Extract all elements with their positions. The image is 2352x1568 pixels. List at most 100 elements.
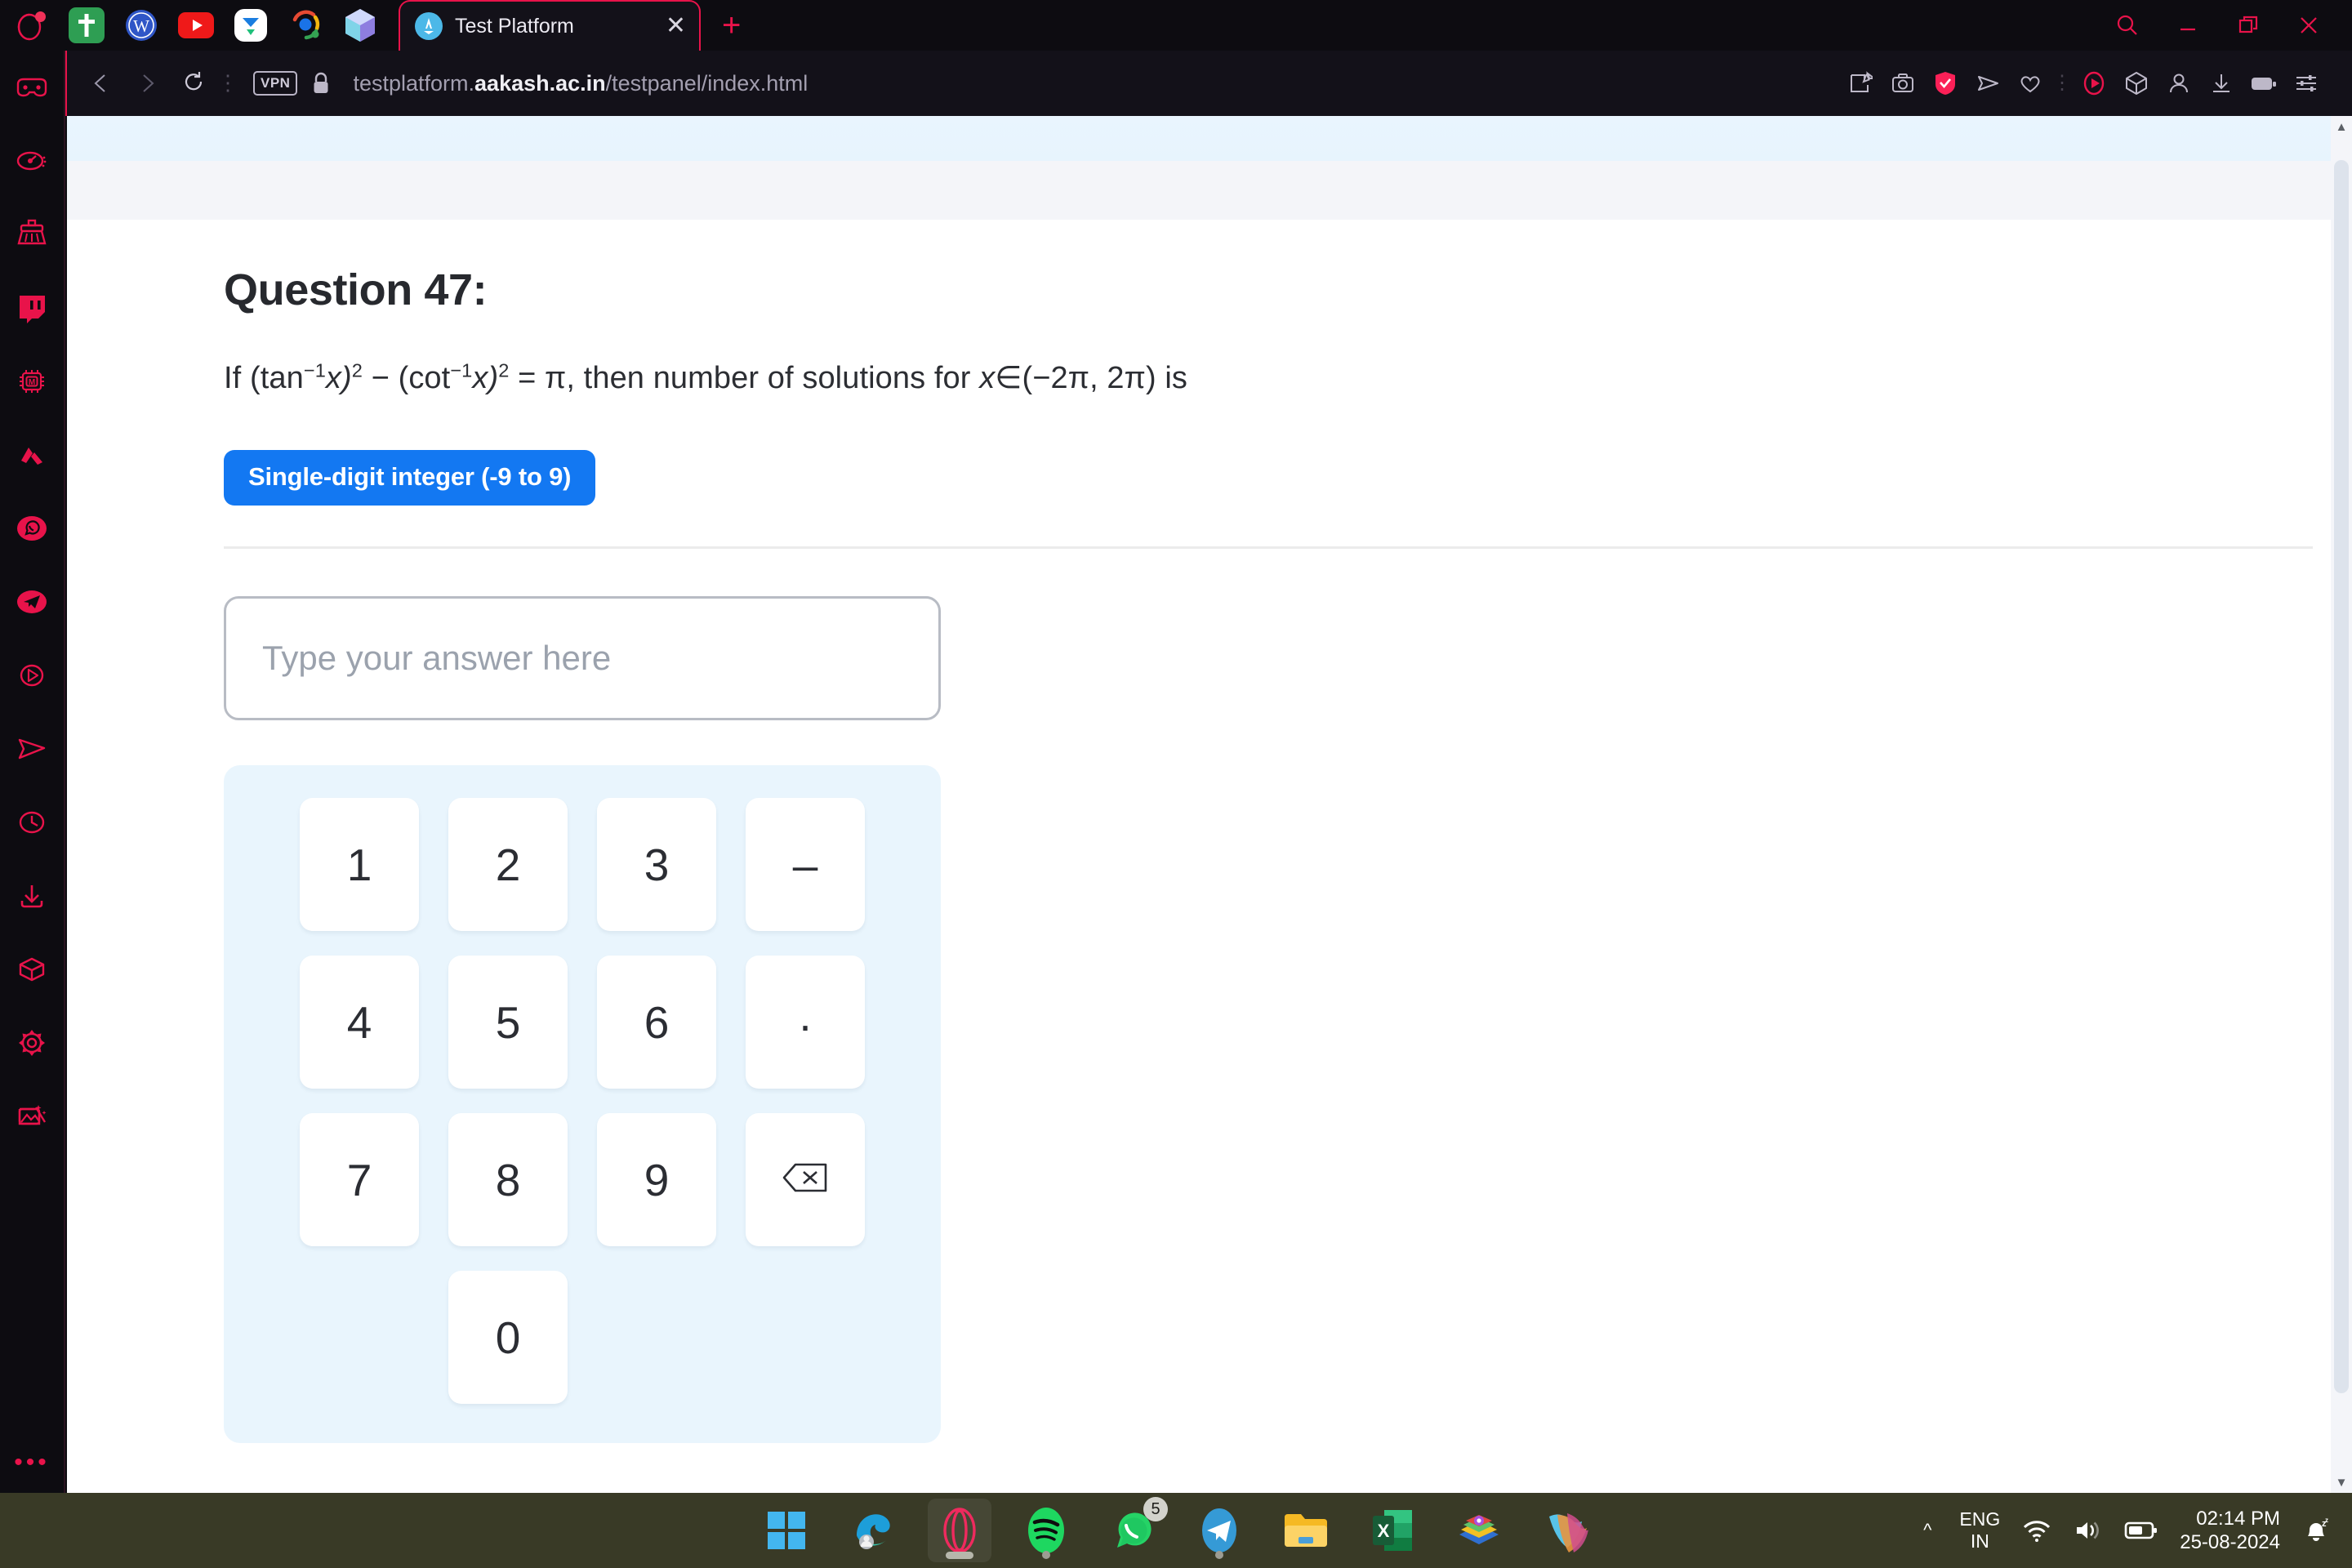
keypad-key-dot[interactable]: . [746,956,865,1089]
shield-check-icon[interactable] [1924,70,1967,96]
gx-cleaner-icon[interactable] [0,198,65,271]
plus-icon[interactable]: + [722,9,741,42]
vpn-badge[interactable]: VPN [253,71,298,96]
start-button[interactable] [755,1499,818,1562]
question-inner: Question 47: If (tan−1x)2 − (cot−1x)2 = … [67,265,2352,1444]
keypad-key-backspace[interactable] [746,1113,865,1247]
more-dots-icon[interactable]: ••• [14,1450,50,1493]
cube-icon[interactable] [2115,70,2158,96]
page-scrollbar[interactable]: ▲ ▼ [2331,116,2352,1493]
player-icon[interactable] [2073,69,2115,97]
keypad-key-8[interactable]: 8 [448,1113,568,1247]
scrollbar-track[interactable] [2331,137,2352,1472]
pinned-tab-bible-icon[interactable] [69,7,105,43]
excel-icon[interactable]: X [1361,1499,1424,1562]
reload-icon[interactable] [181,69,206,98]
keypad-key-0[interactable]: 0 [448,1271,568,1405]
chevron-down-icon[interactable]: ▼ [2336,1472,2348,1493]
keypad-key-6[interactable]: 6 [597,956,716,1089]
history-icon[interactable] [0,786,65,859]
send-icon[interactable] [1967,71,2009,96]
settings-icon[interactable] [0,1006,65,1080]
notifications-muted-icon[interactable]: z z [2301,1517,2331,1544]
download-icon[interactable] [2200,71,2243,96]
svg-text:M: M [29,378,35,387]
keypad-row-1: 1 2 3 – [224,798,941,932]
twitch-icon[interactable] [0,271,65,345]
language-line-1: ENG [1959,1508,2001,1530]
close-icon[interactable]: ✕ [666,14,686,38]
clock-time: 02:14 PM [2196,1507,2280,1530]
url-text[interactable]: testplatform.aakash.ac.in/testpanel/inde… [353,71,808,96]
copilot-icon[interactable] [1534,1499,1597,1562]
downloads-icon[interactable] [0,859,65,933]
back-icon[interactable] [90,72,113,95]
profile-icon[interactable] [2158,71,2200,96]
restore-icon[interactable] [2236,13,2261,38]
telegram-taskbar-icon[interactable] [1187,1499,1251,1562]
battery-icon[interactable] [2124,1521,2158,1540]
keypad-key-7[interactable]: 7 [300,1113,419,1247]
volume-icon[interactable] [2074,1518,2103,1543]
image-tools-icon[interactable] [0,1080,65,1153]
stmt-sup-1: −1 [303,359,326,381]
language-indicator[interactable]: ENG IN [1959,1508,2000,1552]
opera-gx-taskbar-icon[interactable] [928,1499,991,1562]
stmt-part-3: − (cot [362,361,451,395]
url-suffix: /testpanel/index.html [605,70,808,96]
lock-icon[interactable] [310,71,332,96]
messenger-sidebar-icon[interactable] [0,712,65,786]
opera-active-indicator [946,1552,973,1559]
keypad-key-5[interactable]: 5 [448,956,568,1089]
wifi-icon[interactable] [2021,1518,2052,1543]
keypad-row-4: 0 [224,1271,941,1405]
pinned-tab-youtube-icon[interactable] [178,7,214,43]
answer-input-placeholder: Type your answer here [262,639,612,678]
pinned-tabs: W [69,7,378,43]
pinned-tab-wordpress-icon[interactable]: W [123,7,159,43]
keypad-key-4[interactable]: 4 [300,956,419,1089]
clock[interactable]: 02:14 PM 25-08-2024 [2180,1507,2280,1555]
edge-icon[interactable] [841,1499,905,1562]
spotify-icon[interactable] [1014,1499,1078,1562]
answer-input[interactable]: Type your answer here [224,596,941,721]
keypad-key-2[interactable]: 2 [448,798,568,932]
snapshot-edit-icon[interactable] [1839,71,1882,96]
opera-gx-logo-icon[interactable] [7,0,57,51]
camera-icon[interactable] [1882,71,1924,96]
stmt-sup-3: −1 [450,359,473,381]
scrollbar-thumb[interactable] [2334,160,2349,1393]
gx-control-icon[interactable] [0,124,65,198]
chevron-up-icon[interactable]: ▲ [2336,116,2348,137]
keypad-key-3[interactable]: 3 [597,798,716,932]
gx-mods-icon[interactable]: M [0,345,65,418]
file-explorer-icon[interactable] [1274,1499,1338,1562]
active-tab[interactable]: Test Platform ✕ [399,0,701,51]
keypad-key-minus[interactable]: – [746,798,865,932]
workspaces-icon[interactable] [0,933,65,1006]
tray-expand-icon[interactable]: ^ [1917,1520,1938,1541]
numeric-keypad: 1 2 3 – 4 5 6 . 7 8 9 0 [224,765,941,1444]
heart-icon[interactable] [2009,71,2051,96]
keypad-key-9[interactable]: 9 [597,1113,716,1247]
whatsapp-icon[interactable] [0,492,65,565]
pinned-tab-crypto-wallet-icon[interactable] [342,7,378,43]
aria-ai-icon[interactable] [0,418,65,492]
pinned-tab-messenger-icon[interactable] [233,7,269,43]
player-sidebar-icon[interactable] [0,639,65,712]
whatsapp-taskbar-icon[interactable]: 5 [1101,1497,1168,1562]
telegram-icon[interactable] [0,565,65,639]
photos-icon[interactable] [1447,1499,1511,1562]
search-window-icon[interactable] [2115,13,2140,38]
easy-setup-icon[interactable] [2285,71,2328,96]
gx-corner-icon[interactable] [0,51,65,124]
battery-saver-icon[interactable] [2243,73,2285,94]
forward-icon[interactable] [136,72,158,95]
vertical-dots-icon[interactable]: ⋮ [217,73,238,93]
keypad-key-1[interactable]: 1 [300,798,419,932]
minimize-icon[interactable] [2176,13,2200,38]
page-top-band [67,116,2352,161]
close-window-icon[interactable] [2296,13,2321,38]
pinned-tab-google-lens-icon[interactable] [287,7,323,43]
svg-text:z: z [2325,1517,2328,1524]
